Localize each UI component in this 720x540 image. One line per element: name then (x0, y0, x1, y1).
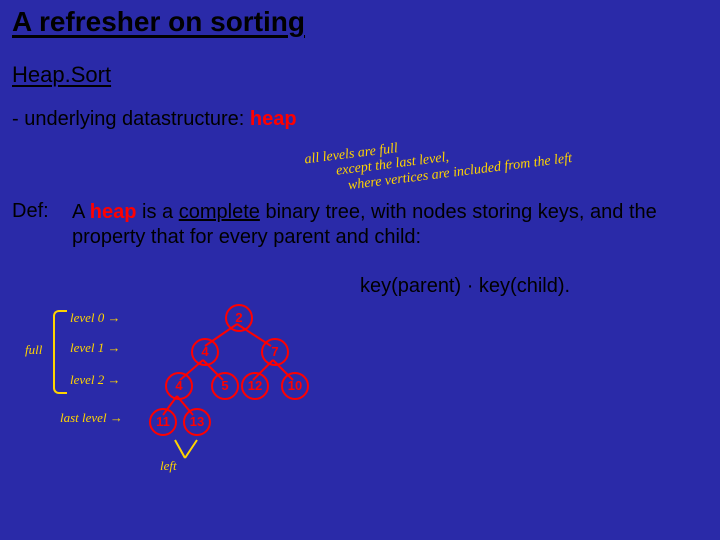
tree-node: 4 (165, 372, 193, 400)
def-heap-kw: heap (90, 201, 137, 223)
slide: A refresher on sorting Heap.Sort - under… (0, 0, 720, 540)
page-title: A refresher on sorting (12, 6, 305, 38)
tree-node: 4 (191, 338, 219, 366)
tree-node: 5 (211, 372, 239, 400)
tree-edges (25, 300, 355, 500)
heap-tree-diagram: full level 0 → level 1 → level 2 → last … (25, 300, 355, 500)
tree-node: 10 (281, 372, 309, 400)
tree-node: 11 (149, 408, 177, 436)
def-label: Def: (12, 200, 49, 223)
def-body-1: A (72, 201, 90, 223)
def-body: A heap is a complete binary tree, with n… (72, 200, 708, 250)
tree-node-root: 2 (225, 304, 253, 332)
tree-node: 7 (261, 338, 289, 366)
subtitle-heapsort: Heap.Sort (12, 62, 111, 88)
line1-prefix: - underlying datastructure: (12, 108, 250, 130)
def-body-2: is a (136, 201, 178, 223)
handwritten-annotation: all levels are full except the last leve… (304, 104, 707, 199)
underlying-ds-line: - underlying datastructure: heap (12, 108, 297, 131)
tree-node: 13 (183, 408, 211, 436)
heap-keyword: heap (250, 108, 297, 130)
def-complete: complete (179, 201, 260, 223)
tree-node: 12 (241, 372, 269, 400)
key-inequality: key(parent) · key(child). (360, 275, 570, 298)
